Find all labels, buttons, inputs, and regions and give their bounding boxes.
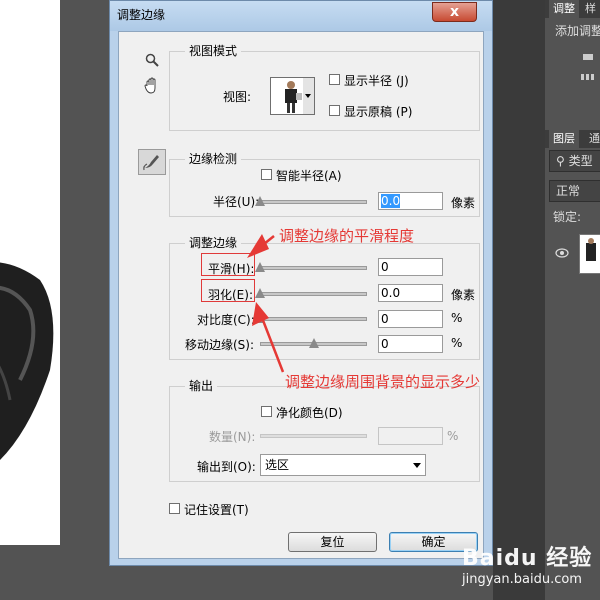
watermark-url: jingyan.baidu.com bbox=[462, 572, 582, 587]
arrow-to-smooth bbox=[247, 234, 275, 258]
baidu-watermark: Baidu 经验 jingyan.baidu.com bbox=[440, 530, 600, 600]
annotation-arrows bbox=[247, 234, 285, 373]
watermark-logo: Baidu 经验 bbox=[462, 546, 593, 571]
arrow-to-feather bbox=[252, 302, 285, 373]
